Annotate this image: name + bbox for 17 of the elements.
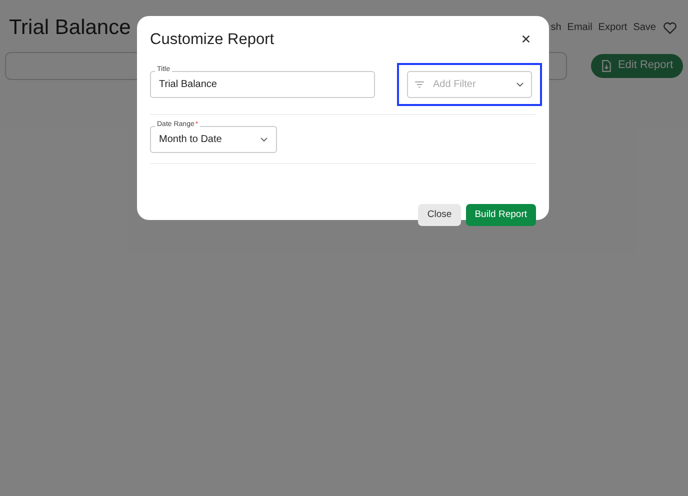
toolbar-link[interactable]: Export	[598, 20, 628, 36]
close-button[interactable]: Close	[418, 204, 461, 226]
toolbar-link[interactable]: Save	[633, 20, 656, 36]
heart-icon[interactable]	[663, 21, 677, 34]
dialog-title: Customize Report	[150, 30, 274, 50]
build-report-button[interactable]: Build Report	[466, 204, 536, 226]
page-title: Trial Balance	[9, 15, 131, 41]
title-field[interactable]: Trial Balance	[150, 71, 375, 98]
chevron-down-icon	[516, 82, 524, 88]
document-icon	[600, 60, 612, 72]
toolbar-link[interactable]: Email	[567, 20, 592, 36]
toolbar-link[interactable]: sh	[550, 20, 562, 36]
filter-dropdown[interactable]: Add Filter	[397, 63, 542, 106]
chevron-down-icon	[260, 137, 268, 142]
filter-icon	[415, 81, 424, 88]
close-icon[interactable]	[522, 34, 530, 43]
edit-report-button[interactable]: Edit Report	[590, 54, 683, 78]
